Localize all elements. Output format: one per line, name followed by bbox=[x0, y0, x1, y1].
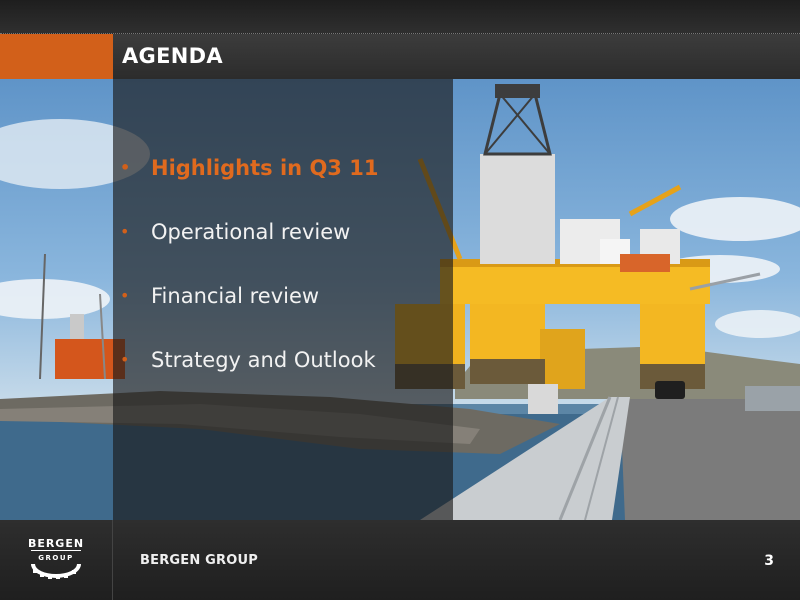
agenda-item-label: Highlights in Q3 11 bbox=[151, 156, 379, 180]
agenda-item-label: Operational review bbox=[151, 220, 351, 244]
title-bar: AGENDA bbox=[0, 34, 800, 79]
agenda-item-operational-review[interactable]: • Operational review bbox=[113, 212, 453, 276]
agenda-item-label: Strategy and Outlook bbox=[151, 348, 376, 372]
logo-cell: BERGEN GROUP bbox=[0, 520, 113, 600]
bullet-icon: • bbox=[120, 286, 130, 305]
svg-text:BERGEN: BERGEN bbox=[28, 537, 84, 550]
agenda-item-label: Financial review bbox=[151, 284, 320, 308]
svg-text:GROUP: GROUP bbox=[38, 554, 73, 562]
agenda-item-financial-review[interactable]: • Financial review bbox=[113, 276, 453, 340]
bullet-icon: • bbox=[120, 158, 131, 177]
footer-brand: BERGEN GROUP bbox=[140, 553, 258, 568]
accent-block bbox=[0, 34, 113, 79]
page-number: 3 bbox=[764, 553, 774, 569]
gear-logo-icon: BERGEN GROUP bbox=[28, 537, 84, 579]
top-strip bbox=[0, 0, 800, 33]
agenda-item-highlights[interactable]: • Highlights in Q3 11 bbox=[113, 148, 453, 212]
slide-title: AGENDA bbox=[122, 44, 223, 68]
slide: AGENDA • Highlights in Q3 11 • Operation… bbox=[0, 0, 800, 600]
bullet-icon: • bbox=[120, 350, 130, 369]
bullet-icon: • bbox=[120, 222, 130, 241]
agenda-list: • Highlights in Q3 11 • Operational revi… bbox=[113, 148, 453, 404]
agenda-item-strategy-outlook[interactable]: • Strategy and Outlook bbox=[113, 340, 453, 404]
footer: BERGEN GROUP BERGEN GROUP 3 bbox=[0, 520, 800, 600]
